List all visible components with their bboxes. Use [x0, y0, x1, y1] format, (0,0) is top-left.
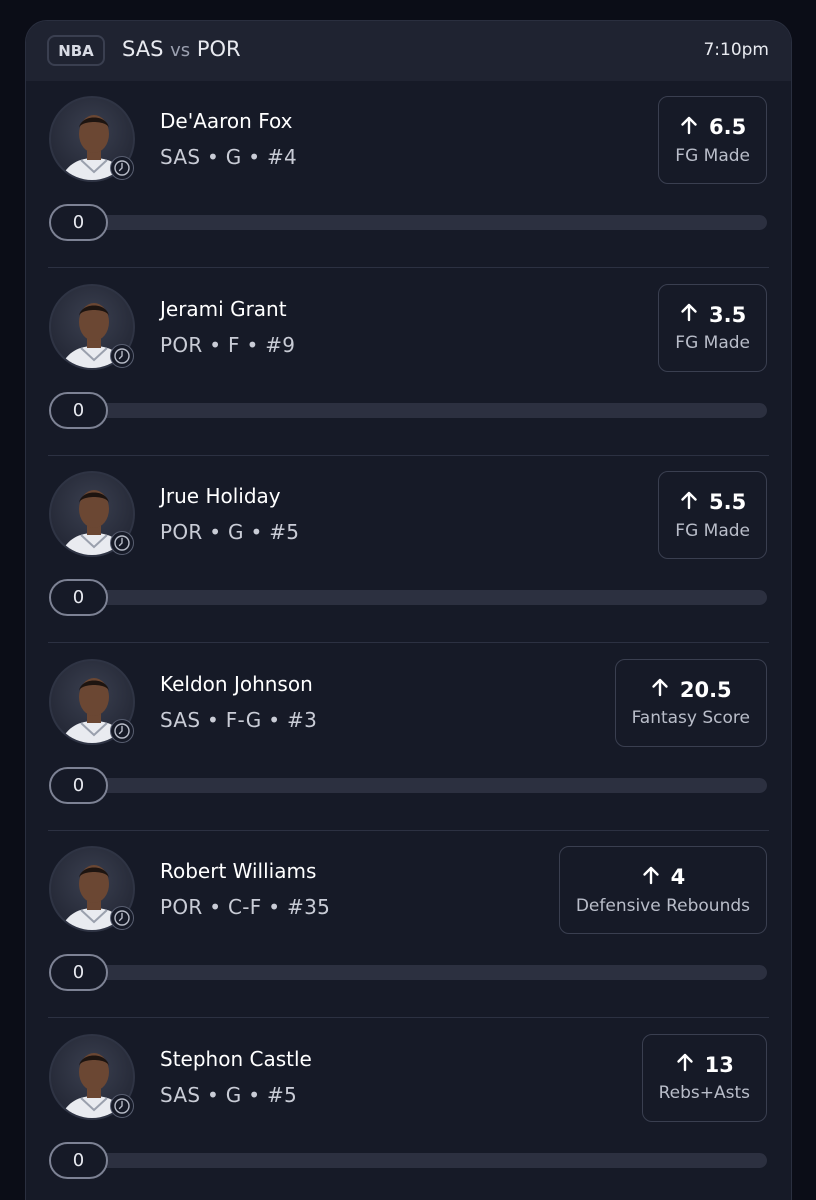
arrow-up-icon — [675, 1052, 695, 1077]
progress-value: 0 — [49, 1141, 108, 1179]
game-card: NBA SAS vs POR 7:10pm De'Aaron Fox SAS •… — [25, 20, 792, 1200]
pick-line-value: 3.5 — [709, 302, 747, 327]
game-time: 7:10pm — [703, 40, 769, 60]
pick-line-value: 6.5 — [709, 115, 747, 139]
player-row-4[interactable]: Keldon Johnson SAS • F-G • #3 20.5 Fanta… — [26, 644, 791, 831]
arrow-up-icon — [679, 490, 699, 515]
pick-box[interactable]: 5.5 FG Made — [658, 471, 767, 559]
pick-line-row: 3.5 — [679, 302, 746, 327]
player-meta: SAS • G • #5 — [160, 1082, 298, 1107]
progress-value: 0 — [49, 766, 108, 804]
game-header: NBA SAS vs POR 7:10pm — [26, 21, 791, 81]
pick-stat-label: FG Made — [675, 520, 750, 541]
progress-track — [76, 777, 767, 793]
player-row-6[interactable]: Stephon Castle SAS • G • #5 13 Rebs+Asts… — [26, 1019, 791, 1200]
pick-stat-label: FG Made — [675, 333, 750, 353]
clock-icon — [110, 906, 134, 930]
clock-icon — [110, 1093, 134, 1118]
vs-label: vs — [170, 40, 191, 61]
player-name: Keldon Johnson — [160, 671, 313, 696]
arrow-up-icon — [650, 677, 670, 702]
league-badge: NBA — [47, 35, 105, 66]
pick-stat-label: FG Made — [675, 145, 750, 166]
home-team: SAS — [122, 37, 164, 61]
pick-line-value: 5.5 — [709, 490, 747, 514]
clock-icon — [110, 718, 134, 743]
player-meta: POR • G • #5 — [160, 520, 300, 544]
progress-track — [76, 590, 767, 605]
arrow-up-icon — [679, 302, 699, 327]
player-row-3[interactable]: Jrue Holiday POR • G • #5 5.5 FG Made 0 — [26, 456, 791, 643]
player-name: Robert Williams — [160, 859, 317, 883]
pick-line-value: 4 — [670, 865, 686, 889]
pick-line-row: 20.5 — [650, 677, 732, 702]
player-row-5[interactable]: Robert Williams POR • C-F • #35 4 Defens… — [26, 831, 791, 1018]
pick-stat-label: Rebs+Asts — [658, 1083, 750, 1103]
pick-stat-label: Defensive Rebounds — [575, 895, 750, 916]
player-meta: SAS • G • #4 — [160, 145, 298, 169]
pick-line-row: 6.5 — [679, 115, 746, 140]
progress-track — [76, 215, 767, 230]
player-meta: POR • C-F • #35 — [160, 895, 331, 919]
player-meta: SAS • F-G • #3 — [160, 707, 318, 732]
pick-line-value: 13 — [704, 1052, 734, 1077]
pick-box[interactable]: 6.5 FG Made — [658, 96, 767, 184]
pick-box[interactable]: 4 Defensive Rebounds — [558, 846, 767, 934]
progress-track — [76, 1152, 767, 1168]
progress-value: 0 — [49, 204, 108, 241]
player-name: Stephon Castle — [160, 1046, 312, 1071]
pick-line-value: 20.5 — [679, 677, 732, 702]
player-meta: POR • F • #9 — [160, 332, 296, 357]
away-team: POR — [196, 37, 241, 61]
pick-line-row: 13 — [675, 1052, 734, 1077]
player-row-1[interactable]: De'Aaron Fox SAS • G • #4 6.5 FG Made 0 — [26, 81, 791, 268]
progress-track — [76, 402, 767, 418]
matchup-title: SAS vs POR — [122, 37, 241, 61]
pick-box[interactable]: 20.5 Fantasy Score — [614, 658, 767, 747]
pick-box[interactable]: 3.5 FG Made — [658, 283, 767, 372]
progress-value: 0 — [49, 391, 108, 429]
progress-value: 0 — [49, 579, 108, 616]
player-row-2[interactable]: Jerami Grant POR • F • #9 3.5 FG Made 0 — [26, 269, 791, 456]
player-name: Jrue Holiday — [160, 484, 281, 508]
progress-track — [76, 965, 767, 980]
arrow-up-icon — [679, 115, 699, 140]
clock-icon — [110, 531, 134, 555]
clock-icon — [110, 156, 134, 180]
player-name: De'Aaron Fox — [160, 109, 293, 133]
pick-line-row: 4 — [641, 865, 686, 890]
player-name: Jerami Grant — [160, 296, 287, 321]
clock-icon — [110, 343, 134, 368]
pick-stat-label: Fantasy Score — [631, 708, 750, 728]
pick-line-row: 5.5 — [679, 490, 746, 515]
arrow-up-icon — [641, 865, 661, 890]
pick-box[interactable]: 13 Rebs+Asts — [641, 1033, 767, 1122]
progress-value: 0 — [49, 954, 108, 991]
